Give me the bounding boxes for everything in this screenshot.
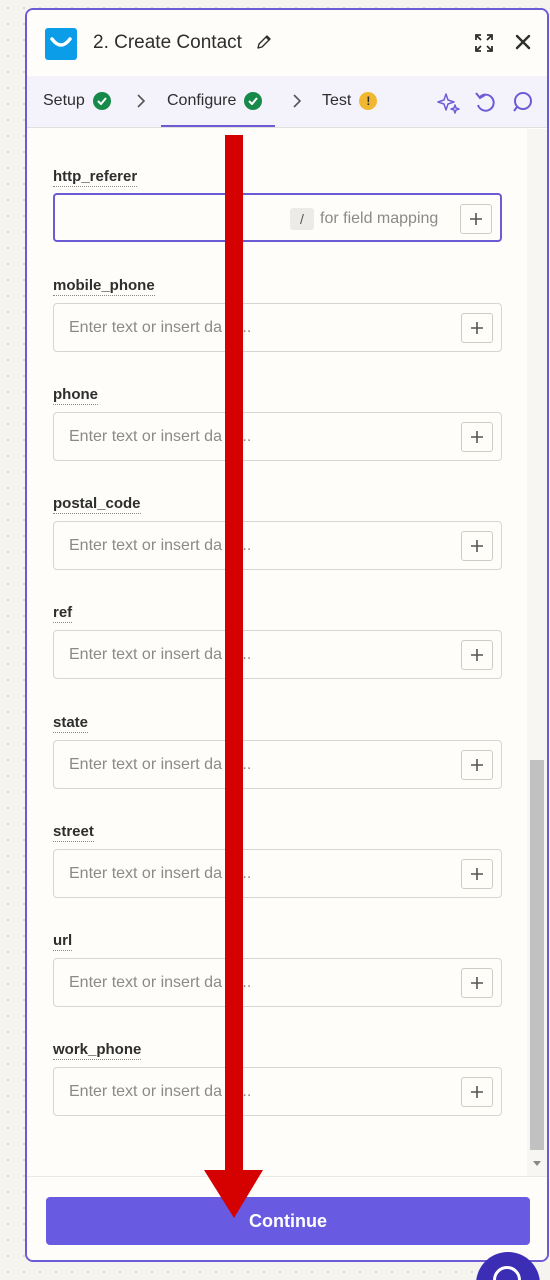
input-placeholder: Enter text or insert da... xyxy=(69,537,252,554)
insert-data-button[interactable] xyxy=(461,968,493,998)
http-referer-input[interactable]: / for field mapping xyxy=(53,193,502,242)
work-phone-input[interactable]: Enter text or insert da... xyxy=(53,1067,502,1116)
chevron-right-icon xyxy=(136,94,146,113)
plus-icon xyxy=(471,431,483,443)
field-label-street: street xyxy=(53,823,94,842)
insert-data-button[interactable] xyxy=(461,422,493,452)
step-tabs: Setup Configure Test ! xyxy=(27,76,547,128)
continue-button[interactable]: Continue xyxy=(46,1197,530,1245)
url-input[interactable]: Enter text or insert da... xyxy=(53,958,502,1007)
field-label-state: state xyxy=(53,714,89,733)
plus-icon xyxy=(471,1086,483,1098)
input-placeholder: Enter text or insert da... xyxy=(69,865,252,882)
check-circle-icon xyxy=(92,92,111,110)
mobile-phone-input[interactable]: Enter text or insert da... xyxy=(53,303,502,352)
input-placeholder: Enter text or insert da... xyxy=(69,319,252,336)
warning-badge-icon: ! xyxy=(359,92,378,110)
tab-label: Configure xyxy=(167,92,237,109)
plus-icon xyxy=(471,540,483,552)
input-placeholder: Enter text or insert da... xyxy=(69,756,252,773)
plus-icon xyxy=(471,322,483,334)
panel-footer: Continue xyxy=(27,1176,547,1260)
input-placeholder: Enter text or insert da... xyxy=(69,646,252,663)
tab-test[interactable]: Test ! xyxy=(322,92,378,110)
active-tab-indicator xyxy=(161,125,275,127)
panel-header: 2. Create Contact xyxy=(27,10,547,76)
insert-data-button[interactable] xyxy=(461,531,493,561)
scrollbar-thumb[interactable] xyxy=(530,760,544,1150)
tab-label: Setup xyxy=(43,92,85,109)
field-label-postal-code: postal_code xyxy=(53,495,141,514)
expand-icon[interactable] xyxy=(474,33,494,58)
help-icon xyxy=(493,1266,521,1280)
field-label-mobile-phone: mobile_phone xyxy=(53,277,155,296)
field-label-url: url xyxy=(53,932,73,951)
plus-icon xyxy=(471,649,483,661)
input-placeholder: Enter text or insert da... xyxy=(69,1083,252,1100)
street-input[interactable]: Enter text or insert da... xyxy=(53,849,502,898)
scroll-down-arrow-icon[interactable] xyxy=(533,1161,541,1166)
plus-icon xyxy=(471,759,483,771)
field-list: http_referer / for field mapping mobile_… xyxy=(27,129,547,1176)
postal-code-input[interactable]: Enter text or insert da... xyxy=(53,521,502,570)
insert-data-button[interactable] xyxy=(460,204,492,234)
field-label-ref: ref xyxy=(53,604,73,623)
insert-data-button[interactable] xyxy=(461,859,493,889)
insert-data-button[interactable] xyxy=(461,1077,493,1107)
plus-icon xyxy=(471,977,483,989)
check-circle-icon xyxy=(244,92,263,110)
input-placeholder: Enter text or insert da... xyxy=(69,428,252,445)
slash-key-hint: / xyxy=(290,208,314,230)
insert-data-button[interactable] xyxy=(461,640,493,670)
comment-icon[interactable] xyxy=(511,91,533,118)
input-placeholder: Enter text or insert da... xyxy=(69,974,252,991)
plus-icon xyxy=(470,213,482,225)
phone-input[interactable]: Enter text or insert da... xyxy=(53,412,502,461)
insert-data-button[interactable] xyxy=(461,313,493,343)
state-input[interactable]: Enter text or insert da... xyxy=(53,740,502,789)
plus-icon xyxy=(471,868,483,880)
field-label-http-referer: http_referer xyxy=(53,168,138,187)
close-icon[interactable] xyxy=(514,33,532,56)
chevron-right-icon xyxy=(292,94,302,113)
field-label-work-phone: work_phone xyxy=(53,1041,142,1060)
undo-icon[interactable] xyxy=(474,91,496,120)
tab-configure[interactable]: Configure xyxy=(167,92,263,110)
field-label-phone: phone xyxy=(53,386,98,405)
insert-data-button[interactable] xyxy=(461,750,493,780)
create-contact-panel: 2. Create Contact Setup Configure Test !… xyxy=(25,8,549,1262)
tab-label: Test xyxy=(322,92,352,109)
ref-input[interactable]: Enter text or insert da... xyxy=(53,630,502,679)
tab-setup[interactable]: Setup xyxy=(43,92,111,110)
step-title: 2. Create Contact xyxy=(93,32,242,53)
scrollbar[interactable] xyxy=(527,129,547,1176)
pencil-icon[interactable] xyxy=(256,34,272,55)
getresponse-logo xyxy=(45,28,77,60)
sparkle-icon[interactable] xyxy=(437,91,461,120)
field-mapping-hint: for field mapping xyxy=(320,210,439,227)
